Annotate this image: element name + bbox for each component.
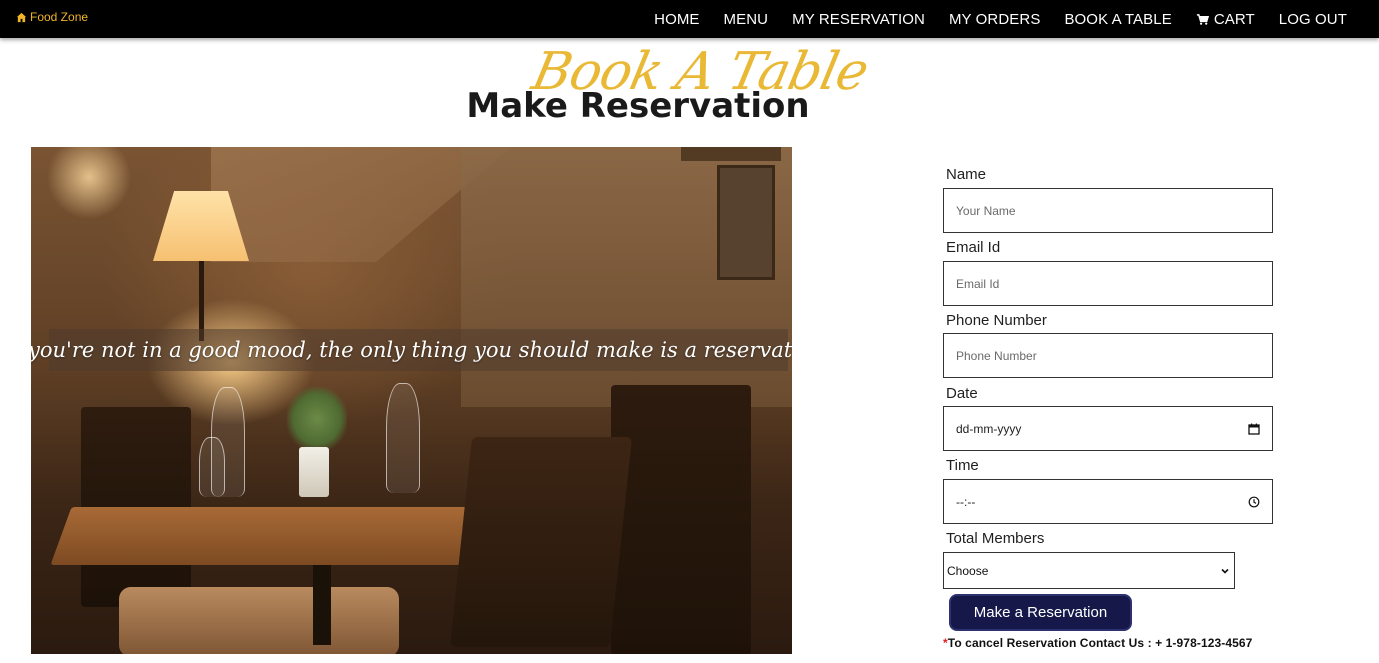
quote-text: If you're not in a good mood, the only t… bbox=[31, 338, 792, 362]
cancel-reservation-note: *To cancel Reservation Contact Us : + 1-… bbox=[943, 636, 1283, 650]
time-input[interactable]: --:-- bbox=[943, 479, 1273, 524]
photo-water-glass bbox=[199, 437, 225, 497]
page-title: Make Reservation bbox=[466, 86, 810, 126]
photo-table-leg bbox=[313, 565, 331, 645]
name-label: Name bbox=[946, 166, 987, 183]
nav-links: HOME MENU MY RESERVATION MY ORDERS BOOK … bbox=[654, 0, 1347, 38]
photo-chair-right bbox=[611, 385, 751, 654]
email-label: Email Id bbox=[946, 239, 1001, 256]
nav-my-orders[interactable]: MY ORDERS bbox=[949, 11, 1040, 28]
phone-input[interactable] bbox=[943, 333, 1273, 378]
name-input[interactable] bbox=[943, 188, 1273, 233]
date-value: dd-mm-yyyy bbox=[956, 421, 1022, 436]
photo-wall-frame bbox=[717, 165, 775, 280]
nav-cart-label: CART bbox=[1213, 10, 1255, 28]
photo-seat bbox=[119, 587, 399, 654]
cancel-note-text: To cancel Reservation Contact Us : + 1-9… bbox=[947, 636, 1253, 650]
nav-book-a-table[interactable]: BOOK A TABLE bbox=[1064, 11, 1171, 28]
nav-my-reservation[interactable]: MY RESERVATION bbox=[792, 11, 925, 28]
phone-label: Phone Number bbox=[946, 312, 1047, 329]
photo-wine-glass bbox=[386, 383, 420, 493]
nav-menu[interactable]: MENU bbox=[724, 11, 769, 28]
calendar-icon[interactable] bbox=[1248, 423, 1260, 435]
make-reservation-button[interactable]: Make a Reservation bbox=[949, 594, 1132, 631]
chevron-down-icon bbox=[1221, 568, 1229, 574]
photo-table bbox=[50, 507, 502, 565]
brand-name: Food Zone bbox=[30, 10, 89, 24]
home-icon bbox=[16, 12, 27, 22]
photo-plant bbox=[287, 387, 347, 451]
restaurant-photo: If you're not in a good mood, the only t… bbox=[31, 147, 792, 654]
time-label: Time bbox=[946, 457, 979, 474]
nav-home[interactable]: HOME bbox=[654, 11, 699, 28]
members-label: Total Members bbox=[946, 530, 1045, 547]
date-label: Date bbox=[946, 385, 978, 402]
members-selected-value: Choose bbox=[947, 563, 989, 578]
photo-shelf bbox=[681, 147, 781, 161]
quote-banner: If you're not in a good mood, the only t… bbox=[31, 329, 792, 371]
members-select[interactable]: Choose bbox=[943, 552, 1235, 589]
nav-log-out[interactable]: LOG OUT bbox=[1279, 11, 1347, 28]
date-input[interactable]: dd-mm-yyyy bbox=[943, 406, 1273, 451]
photo-chair-front bbox=[449, 437, 633, 647]
cart-icon bbox=[1196, 13, 1209, 25]
nav-cart[interactable]: CART bbox=[1196, 11, 1255, 28]
photo-vase bbox=[299, 447, 329, 497]
top-navbar: Food Zone HOME MENU MY RESERVATION MY OR… bbox=[0, 0, 1379, 38]
brand-link[interactable]: Food Zone bbox=[16, 10, 88, 24]
time-value: --:-- bbox=[956, 494, 976, 509]
clock-icon[interactable] bbox=[1248, 496, 1260, 508]
email-input[interactable] bbox=[943, 261, 1273, 306]
